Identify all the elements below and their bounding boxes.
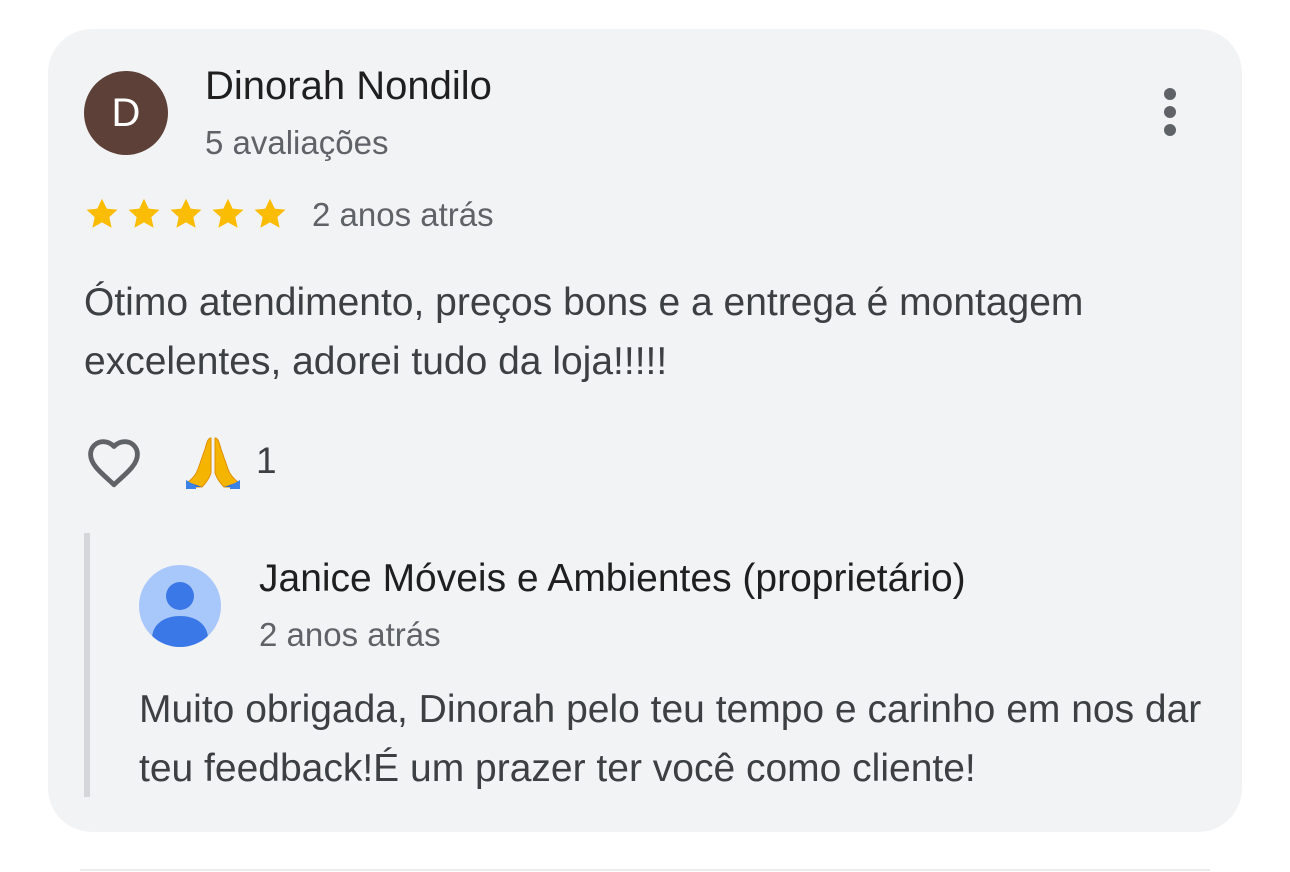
more-vert-icon	[1164, 88, 1176, 136]
star-icon	[212, 198, 244, 228]
owner-avatar[interactable]	[139, 565, 221, 647]
star-icon	[86, 198, 118, 228]
reply-date: 2 anos atrás	[259, 616, 441, 653]
heart-outline-icon	[88, 439, 140, 488]
like-button[interactable]	[82, 432, 146, 490]
reviewer-review-count: 5 avaliações	[205, 124, 389, 161]
star-icon	[254, 198, 286, 228]
folded-hands-icon	[186, 437, 240, 489]
reply-text: Muito obrigada, Dinorah pelo teu tempo e…	[139, 688, 1202, 790]
reply-divider-bar	[84, 533, 90, 797]
section-divider	[80, 869, 1210, 871]
star-icon	[128, 198, 160, 228]
reaction-chip[interactable]: 1	[184, 432, 277, 490]
owner-name: Janice Móveis e Ambientes (proprietário)	[259, 557, 966, 600]
review-date: 2 anos atrás	[312, 196, 494, 233]
review-text: Ótimo atendimento, preços bons e a entre…	[84, 281, 1084, 383]
reviewer-avatar[interactable]: D	[84, 71, 168, 155]
more-options-button[interactable]	[1146, 84, 1194, 140]
reviewer-name[interactable]: Dinorah Nondilo	[205, 64, 492, 109]
star-rating	[84, 195, 294, 233]
reaction-count: 1	[256, 440, 277, 481]
avatar-initial: D	[111, 91, 141, 135]
star-icon	[170, 198, 202, 228]
person-icon	[139, 565, 221, 647]
